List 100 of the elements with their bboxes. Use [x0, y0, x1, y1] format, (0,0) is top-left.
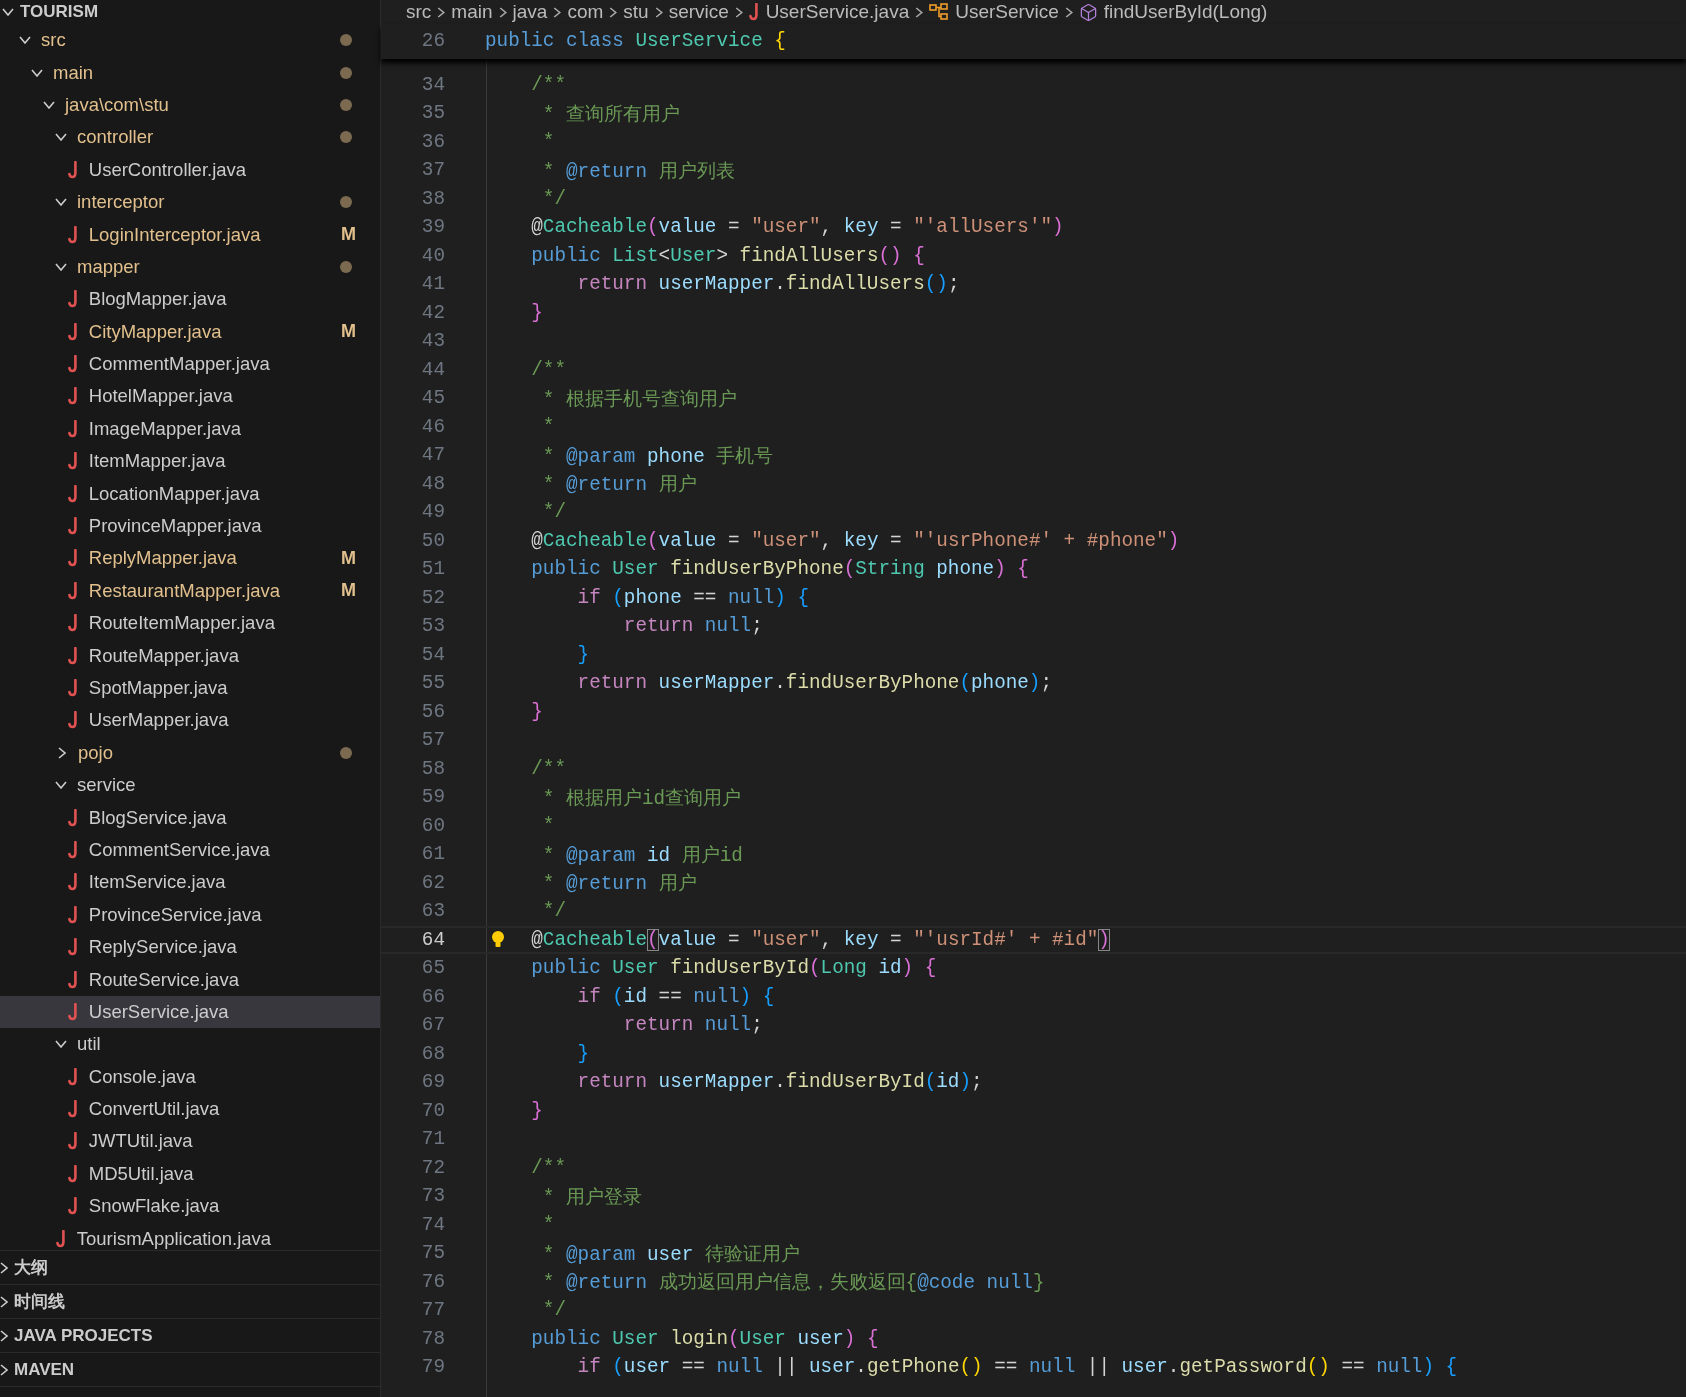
file-item[interactable]: UserMapper.java [0, 704, 380, 737]
file-item[interactable]: SpotMapper.java [0, 671, 380, 705]
folder-item[interactable]: interceptor [0, 185, 380, 219]
lightbulb-icon[interactable] [491, 929, 505, 950]
code-line: } [576, 643, 590, 666]
code-line: * @param phone 手机号 [541, 444, 774, 469]
folder-item[interactable]: service [0, 769, 380, 802]
file-item[interactable]: SnowFlake.java [0, 1190, 380, 1223]
file-item[interactable]: ConvertUtil.java [0, 1092, 380, 1126]
file-item[interactable]: ImageMapper.java [0, 412, 380, 446]
line-number: 52 [420, 586, 445, 609]
explorer-section-header[interactable]: TOURISM [0, 0, 380, 24]
folder-item[interactable]: controller [0, 121, 380, 154]
file-item[interactable]: RestaurantMapper.java M [0, 574, 380, 608]
modified-dot [340, 260, 352, 273]
line-number: 54 [420, 643, 445, 666]
breadcrumb-item[interactable]: src [406, 1, 432, 23]
file-item[interactable]: CommentService.java [0, 833, 380, 867]
file-item[interactable]: ItemMapper.java [0, 445, 380, 478]
java-file-icon [68, 808, 79, 827]
code-line: @Cacheable(value = "user", key = "'usrPhone#' + #phone") [530, 529, 1180, 552]
chevron-right-icon [0, 1363, 8, 1376]
java-file-icon [68, 1002, 79, 1021]
breadcrumb-item[interactable]: java [512, 1, 548, 23]
java-file-icon [68, 225, 79, 244]
folder-item[interactable]: mapper [0, 250, 380, 284]
item-label: java\com\stu [65, 93, 169, 116]
file-item[interactable]: LoginInterceptor.java M [0, 218, 380, 251]
folder-item[interactable]: util [0, 1028, 380, 1061]
chevron-right-icon [498, 6, 507, 18]
file-item[interactable]: ItemService.java [0, 866, 380, 899]
breadcrumb-item[interactable]: UserService [955, 1, 1059, 23]
breadcrumb-item[interactable]: main [451, 1, 493, 23]
chevron-right-icon [58, 746, 66, 759]
code-line: * @return 用户 [541, 473, 697, 498]
file-item[interactable]: RouteMapper.java [0, 639, 380, 672]
code-line: * 用户登录 [541, 1185, 642, 1210]
item-label: RouteItemMapper.java [88, 612, 275, 635]
code-line: } [576, 1042, 590, 1065]
item-label: RestaurantMapper.java [88, 579, 281, 602]
item-label: main [53, 61, 94, 84]
file-item[interactable]: UserController.java [0, 153, 380, 186]
file-item[interactable]: HotelMapper.java [0, 380, 380, 413]
panel-header[interactable]: 大纲 [0, 1250, 380, 1284]
modified-dot [340, 34, 352, 47]
item-label: ConvertUtil.java [88, 1098, 220, 1121]
java-file-icon [68, 711, 79, 730]
breadcrumb-item[interactable]: findUserById(Long) [1103, 1, 1268, 23]
code-line: */ [541, 187, 566, 210]
file-item[interactable]: CityMapper.java M [0, 315, 380, 348]
java-file-icon [68, 290, 79, 309]
file-item[interactable]: BlogService.java [0, 801, 380, 834]
java-file-icon [68, 614, 79, 633]
code-line: * 根据手机号查询用户 [541, 387, 737, 412]
file-item[interactable]: UserService.java [0, 995, 380, 1029]
item-label: ReplyMapper.java [88, 547, 237, 570]
file-item[interactable]: TourismApplication.java [0, 1222, 380, 1250]
class-symbol-icon [929, 3, 950, 21]
java-file-icon [68, 646, 79, 665]
folder-item[interactable]: pojo [0, 736, 380, 769]
breadcrumb-item[interactable]: stu [623, 1, 649, 23]
line-number: 63 [420, 900, 445, 923]
file-item[interactable]: ProvinceMapper.java [0, 509, 380, 543]
java-file-icon [68, 873, 79, 892]
chevron-right-icon [915, 6, 924, 18]
file-item[interactable]: CommentMapper.java [0, 347, 380, 381]
file-item[interactable]: LocationMapper.java [0, 477, 380, 510]
java-file-icon [68, 160, 79, 179]
code-line: * @param id 用户id [541, 843, 743, 868]
code-line: /** [530, 757, 566, 780]
item-label: UserService.java [88, 1000, 229, 1023]
file-item[interactable]: MD5Util.java [0, 1157, 380, 1191]
breadcrumb-item[interactable]: UserService.java [765, 1, 910, 23]
line-number: 26 [420, 30, 445, 53]
breadcrumb-item[interactable]: com [567, 1, 604, 23]
java-file-icon [68, 452, 79, 471]
line-number: 69 [420, 1071, 445, 1094]
code-line: if (id == null) { [576, 985, 775, 1008]
code-line: * @return 成功返回用户信息，失败返回{@code null} [541, 1271, 1045, 1296]
file-item[interactable]: ProvinceService.java [0, 898, 380, 931]
file-item[interactable]: JWTUtil.java [0, 1125, 380, 1158]
folder-item[interactable]: src [0, 24, 380, 57]
panel-title: 时间线 [14, 1291, 65, 1313]
chevron-down-icon [43, 100, 55, 109]
file-item[interactable]: ReplyService.java [0, 930, 380, 964]
folder-item[interactable]: java\com\stu [0, 88, 380, 122]
file-item[interactable]: Console.java [0, 1060, 380, 1093]
item-label: ReplyService.java [88, 936, 237, 959]
line-number: 34 [420, 73, 445, 96]
folder-item[interactable]: main [0, 56, 380, 89]
line-number: 77 [420, 1299, 445, 1322]
file-item[interactable]: ReplyMapper.java M [0, 542, 380, 575]
panel-header[interactable]: 时间线 [0, 1284, 380, 1318]
file-item[interactable]: RouteService.java [0, 963, 380, 996]
file-item[interactable]: RouteItemMapper.java [0, 607, 380, 640]
breadcrumb-item[interactable]: service [668, 1, 729, 23]
file-item[interactable]: BlogMapper.java [0, 283, 380, 316]
code-line: * 查询所有用户 [541, 102, 680, 127]
panel-header[interactable]: JAVA PROJECTS [0, 1318, 380, 1352]
item-label: src [41, 29, 66, 52]
